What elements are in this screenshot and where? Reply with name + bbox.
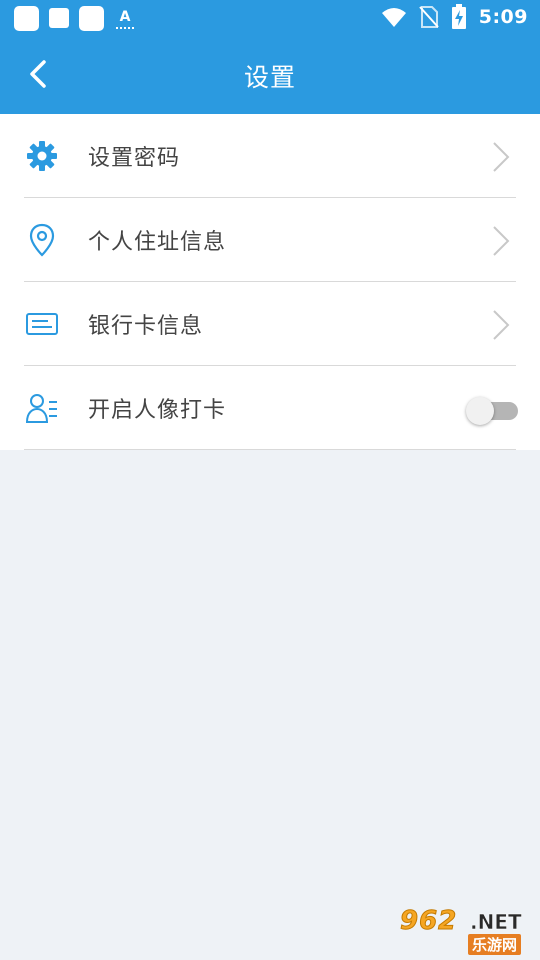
chevron-right-icon [493,142,510,172]
status-bar: A 5:09 [0,0,540,36]
app-square-icon [49,8,69,28]
watermark-number: 962 [399,906,458,937]
site-watermark: 962 .NET 乐游网 [399,906,532,955]
status-left-icons: A [14,6,134,31]
settings-item-label: 个人住址信息 [88,230,227,255]
wifi-icon [381,8,406,27]
accessibility-a-icon: A [116,9,134,29]
settings-screen: A 5:09 设置 设置密码 个人住址信息 银行卡信息 开启人像打卡 962 .… [0,0,540,960]
settings-item-bank-card[interactable]: 银行卡信息 [0,282,540,366]
watermark-site-name: 乐游网 [468,934,522,955]
app-bar: 设置 [0,36,540,114]
app-square-icon [14,6,39,31]
location-pin-icon [29,223,55,257]
face-checkin-toggle[interactable] [466,394,518,425]
status-time: 5:09 [478,6,528,28]
face-checkin-icon [25,394,57,423]
settings-item-label: 银行卡信息 [88,314,204,339]
settings-item-face-checkin: 开启人像打卡 [0,366,540,450]
settings-item-label: 开启人像打卡 [88,398,227,423]
divider [24,449,516,450]
chevron-right-icon [493,226,510,256]
no-sim-icon [418,6,439,28]
status-right-icons: 5:09 [381,4,528,30]
settings-item-label: 设置密码 [88,146,181,171]
settings-list: 设置密码 个人住址信息 银行卡信息 开启人像打卡 [0,114,540,450]
page-title: 设置 [243,63,296,92]
settings-item-password[interactable]: 设置密码 [0,114,540,198]
settings-item-address[interactable]: 个人住址信息 [0,198,540,282]
app-square-icon [79,6,104,31]
watermark-net: .NET [470,910,522,935]
bank-card-icon [26,313,58,335]
chevron-right-icon [493,310,510,340]
toggle-thumb [466,397,494,425]
gear-icon [27,141,57,171]
battery-charging-icon [451,4,466,29]
